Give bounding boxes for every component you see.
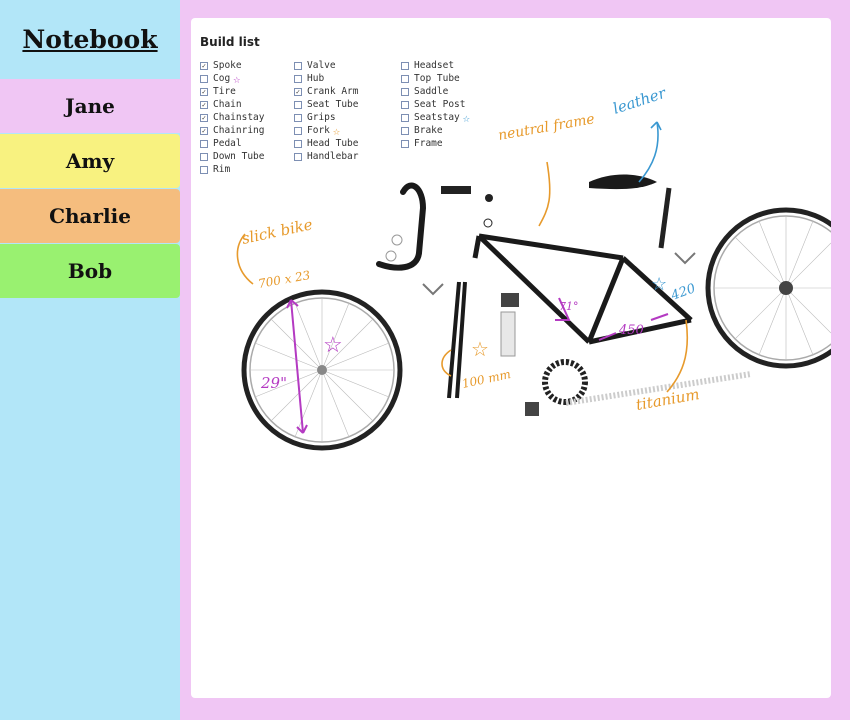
checklist-item-handlebar[interactable]: Handlebar [294,150,358,163]
checkbox-unchecked[interactable] [401,100,409,109]
checklist-column-2: Valve Hub ✓ Crank Arm Seat Tube Grips For… [294,59,358,163]
checklist-item-brake[interactable]: Brake [401,124,470,137]
checkbox-unchecked[interactable] [294,61,302,70]
star-icon: ☆ [332,123,341,138]
checkbox-checked[interactable]: ✓ [294,87,302,96]
checkbox-unchecked[interactable] [200,139,208,148]
build-list-title: Build list [200,35,260,49]
checklist-item-chainstay[interactable]: ✓ Chainstay [200,111,264,124]
stem [441,186,471,194]
pedal [501,293,519,307]
checkbox-unchecked[interactable] [294,152,302,161]
checkbox-unchecked[interactable] [294,126,302,135]
tab-bob[interactable]: Bob [0,244,180,298]
checkbox-unchecked[interactable] [294,113,302,122]
fork-length-label: 100 mm [461,367,512,391]
star-icon: ☆ [462,110,470,125]
checkbox-checked[interactable]: ✓ [200,87,208,96]
checklist-item-chainring[interactable]: ✓ Chainring [200,124,264,137]
checklist-item-top-tube[interactable]: Top Tube [401,72,470,85]
front-brake [422,283,444,296]
checklist-item-pedal[interactable]: Pedal [200,137,264,150]
checkbox-unchecked[interactable] [200,165,208,174]
checklist-item-head-tube[interactable]: Head Tube [294,137,358,150]
checkbox-unchecked[interactable] [401,87,409,96]
checkbox-unchecked[interactable] [200,74,208,83]
notebook-page: 29" 71° 450 ☆ slick bike 700 x 23 neutra… [191,18,831,698]
chainring [542,359,588,405]
titanium-label: titanium [635,385,701,414]
fork-star-icon: ☆ [471,337,489,361]
saddle [589,174,657,190]
pedal-2 [525,402,539,416]
checklist-item-valve[interactable]: Valve [294,59,358,72]
rear-wheel [705,207,831,369]
checklist-item-down-tube[interactable]: Down Tube [200,150,264,163]
tire-size-label: 700 x 23 [257,268,312,291]
sidebar: Notebook Jane Amy Charlie Bob [0,0,180,720]
checkbox-unchecked[interactable] [294,74,302,83]
frame-length-label: 450 [618,323,644,338]
angle-label: 71° [559,300,579,313]
checkbox-unchecked[interactable] [401,113,409,122]
hub-star-icon: ☆ [323,333,343,358]
leather-label: leather [611,84,669,118]
checkbox-checked[interactable]: ✓ [200,113,208,122]
checklist-column-1: ✓ Spoke Cog ☆ ✓ Tire ✓ Chain ✓ Chainstay ✓ Cha… [200,59,264,176]
seat-length-label: 420 [668,281,697,304]
checklist-item-fork[interactable]: Fork ☆ [294,124,358,137]
tab-jane[interactable]: Jane [0,79,180,133]
checklist-item-tire[interactable]: ✓ Tire [200,85,264,98]
tab-charlie[interactable]: Charlie [0,189,180,243]
checkbox-unchecked[interactable] [200,152,208,161]
seat-post [658,187,672,249]
rear-brake [674,252,696,265]
front-wheel [241,289,403,451]
checkbox-unchecked[interactable] [401,74,409,83]
checkbox-checked[interactable]: ✓ [200,61,208,70]
crank-arm [500,311,516,357]
neutral-frame-label: neutral frame [497,111,596,144]
checklist-item-saddle[interactable]: Saddle [401,85,470,98]
checkbox-checked[interactable]: ✓ [200,100,208,109]
star-icon: ☆ [233,71,241,86]
checklist-item-spoke[interactable]: ✓ Spoke [200,59,264,72]
checklist-item-hub[interactable]: Hub [294,72,358,85]
app-title: Notebook [22,24,158,54]
wheel-size-label: 29" [260,374,287,392]
grips [391,234,403,246]
checkbox-unchecked[interactable] [294,139,302,148]
checkbox-unchecked[interactable] [401,126,409,135]
tab-amy[interactable]: Amy [0,134,180,188]
checklist-item-seatstay[interactable]: Seatstay ☆ [401,111,470,124]
bike-parts-illustration: 29" 71° 450 ☆ slick bike 700 x 23 neutra… [236,84,831,451]
checklist-item-crank-arm[interactable]: ✓ Crank Arm [294,85,358,98]
checkbox-unchecked[interactable] [401,61,409,70]
checkbox-unchecked[interactable] [294,100,302,109]
checklist-column-3: Headset Top Tube Saddle Seat Post Seatst… [401,59,470,150]
checklist-item-frame[interactable]: Frame [401,137,470,150]
checkbox-unchecked[interactable] [401,139,409,148]
checkbox-checked[interactable]: ✓ [200,126,208,135]
checklist-item-seat-post[interactable]: Seat Post [401,98,470,111]
checklist-item-headset[interactable]: Headset [401,59,470,72]
seatstay-star-icon: ☆ [651,274,667,295]
checklist-item-chain[interactable]: ✓ Chain [200,98,264,111]
checklist-item-seat-tube[interactable]: Seat Tube [294,98,358,111]
checklist-item-rim[interactable]: Rim [200,163,264,176]
leather-arrow [638,121,659,183]
wheel-size-arrow [290,299,304,434]
checklist-item-cog[interactable]: Cog ☆ [200,72,264,85]
checklist-item-grips[interactable]: Grips [294,111,358,124]
slick-bike-label: slick bike [240,215,314,248]
